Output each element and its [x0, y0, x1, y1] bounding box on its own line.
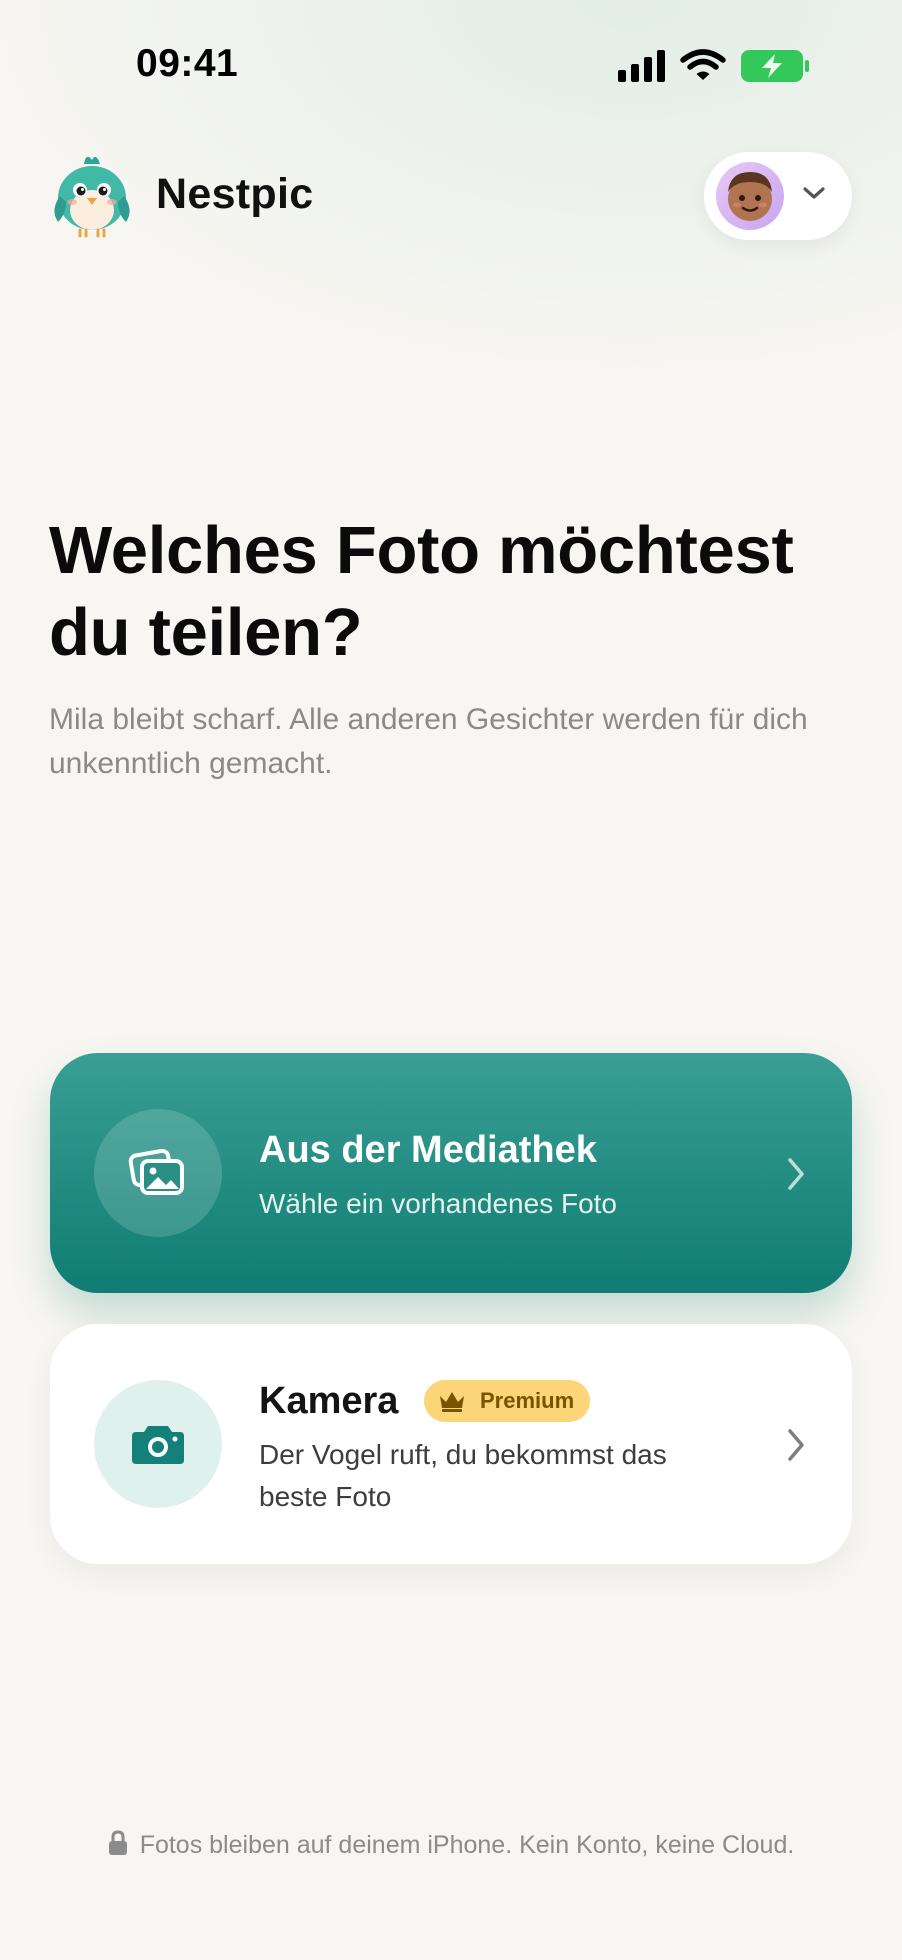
premium-badge: Premium [424, 1380, 591, 1422]
chevron-right-icon [788, 1158, 804, 1190]
profile-switcher-button[interactable] [704, 152, 852, 240]
page-title: Welches Foto möchtest du teilen? [49, 513, 794, 670]
page-subtitle: Mila bleibt scharf. Alle anderen Gesicht… [49, 703, 808, 780]
crown-icon [440, 1392, 464, 1412]
lock-icon [108, 1830, 127, 1855]
photo-library-title: Aus der Mediathek [259, 1129, 597, 1171]
chevron-right-icon [788, 1429, 804, 1461]
camera-description: Der Vogel ruft, du bekommst das beste Fo… [259, 1439, 667, 1512]
signal-icon [618, 50, 665, 82]
camera-option[interactable]: Kamera Premium Der Vogel ruft, du bekomm… [50, 1324, 852, 1564]
bird-mascot-icon [54, 156, 130, 238]
privacy-note: Fotos bleiben auf deinem iPhone. Kein Ko… [0, 1830, 902, 1860]
avatar [716, 162, 784, 230]
camera-icon-circle [94, 1380, 222, 1508]
photo-library-option[interactable]: Aus der Mediathek Wähle ein vorhandenes … [50, 1053, 852, 1293]
camera-title: Kamera [259, 1380, 399, 1422]
app-name: Nestpic [156, 170, 314, 218]
wifi-icon [680, 49, 726, 80]
status-time: 09:41 [136, 42, 239, 85]
battery-charging-icon [741, 50, 809, 82]
camera-icon [132, 1426, 184, 1464]
status-bar: 09:41 [0, 0, 902, 130]
photo-library-icon [128, 1148, 184, 1195]
chevron-down-icon [803, 187, 825, 199]
privacy-note-text: Fotos bleiben auf deinem iPhone. Kein Ko… [139, 1831, 795, 1859]
photo-library-description: Wähle ein vorhandenes Foto [259, 1188, 617, 1219]
photo-library-icon-circle [94, 1109, 222, 1237]
premium-label: Premium [480, 1388, 575, 1413]
